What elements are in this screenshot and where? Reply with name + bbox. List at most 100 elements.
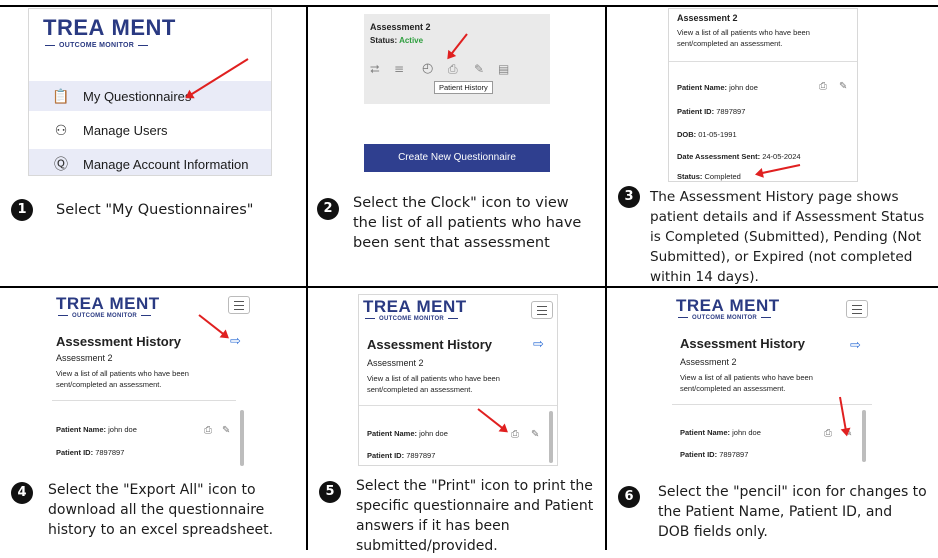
patient-name-label: Patient Name: <box>56 425 107 434</box>
patient-id-label: Patient ID: <box>680 450 718 459</box>
description: View a list of all patients who have bee… <box>680 373 813 393</box>
print-icon[interactable]: ⎙ <box>448 62 458 77</box>
patient-id: 7897897 <box>716 107 746 116</box>
step-text: Select the "Export All" icon to download… <box>48 482 274 538</box>
card-title: Assessment 2 <box>370 22 431 32</box>
description: View a list of all patients who have bee… <box>367 374 500 394</box>
panel3-screenshot: Assessment 2 View a list of all patients… <box>668 8 858 182</box>
logo: TREA MENT <box>363 297 467 316</box>
hamburger-menu-icon[interactable] <box>531 301 553 319</box>
date-sent-label: Date Assessment Sent: <box>677 152 761 161</box>
patient-id-row: Patient ID: 7897897 <box>56 448 124 457</box>
chart-icon[interactable]: ≡ <box>394 62 404 76</box>
pencil-icon[interactable]: ✎ <box>531 429 539 440</box>
patient-id: 7897897 <box>406 451 436 460</box>
patient-name-row: Patient Name: john doe <box>680 428 761 437</box>
pencil-icon[interactable]: ✎ <box>222 425 230 436</box>
patient-name-label: Patient Name: <box>677 83 728 92</box>
patient-name-row: Patient Name: john doe <box>56 425 137 434</box>
menu-my-questionnaires[interactable]: 📋 My Questionnaires <box>29 81 271 111</box>
date-sent: 24-05-2024 <box>762 152 801 161</box>
archive-icon[interactable]: ▤ <box>498 62 509 76</box>
clipboard-icon: 📋 <box>52 87 70 104</box>
logo-subtitle: OUTCOME MONITOR <box>361 316 462 322</box>
patient-name-label: Patient Name: <box>367 429 418 438</box>
step-number: 6 <box>618 486 640 508</box>
divider-1 <box>306 5 308 550</box>
print-icon[interactable]: ⎙ <box>824 428 832 439</box>
step-number: 4 <box>11 482 33 504</box>
panel4-screenshot: TREA MENT OUTCOME MONITOR Assessment His… <box>52 292 256 470</box>
account-icon: Ⓠ <box>54 156 68 172</box>
date-sent-row: Date Assessment Sent: 24-05-2024 <box>677 152 801 161</box>
step-text: Select the "pencil" icon for changes to … <box>658 484 927 540</box>
patient-id-row: Patient ID: 7897897 <box>367 451 435 460</box>
subtitle: Assessment 2 <box>680 357 737 367</box>
share-icon[interactable]: ⮂ <box>370 62 380 77</box>
subtitle: Assessment 2 <box>367 358 424 368</box>
panel1-screenshot: TREA MENT OUTCOME MONITOR 📋 My Questionn… <box>28 8 272 176</box>
dob-row: DOB: 01-05-1991 <box>677 130 737 139</box>
panel5-screenshot: TREA MENT OUTCOME MONITOR Assessment His… <box>358 294 558 466</box>
patient-id-row: Patient ID: 7897897 <box>680 450 748 459</box>
patient-name: john doe <box>729 83 758 92</box>
step-number: 1 <box>11 199 33 221</box>
export-all-icon[interactable]: ⇨ <box>850 338 861 353</box>
scrollbar[interactable] <box>549 411 553 463</box>
divider <box>52 400 236 401</box>
users-icon: ⚇ <box>54 121 68 138</box>
divider <box>359 405 557 406</box>
logo: TREA MENT <box>56 294 160 313</box>
create-questionnaire-button[interactable]: Create New Questionnaire <box>364 144 550 172</box>
menu-label: Manage Users <box>83 122 168 138</box>
print-icon[interactable]: ⎙ <box>511 429 519 440</box>
status-line: Status: Active <box>370 36 423 45</box>
menu-label: My Questionnaires <box>83 88 192 104</box>
panel2-screenshot: Assessment 2 Status: Active ⮂ ≡ ◴ ⎙ ✎ ▤ … <box>358 8 558 182</box>
step-text: The Assessment History page shows patien… <box>650 189 925 285</box>
pencil-icon[interactable]: ✎ <box>474 62 484 76</box>
step-text: Select the Clock" icon to view the list … <box>353 195 582 251</box>
hamburger-menu-icon[interactable] <box>228 296 250 314</box>
page-title: Assessment History <box>367 337 492 352</box>
divider-2 <box>605 5 607 550</box>
step-number: 5 <box>319 481 341 503</box>
step-number: 3 <box>618 186 640 208</box>
patient-id-row: Patient ID: 7897897 <box>677 107 745 116</box>
patient-name: john doe <box>108 425 137 434</box>
step-text: Select "My Questionnaires" <box>56 202 254 218</box>
card-title: Assessment 2 <box>677 13 738 23</box>
status-label: Status: <box>677 172 703 181</box>
status-value: Active <box>399 36 424 45</box>
print-icon[interactable]: ⎙ <box>204 425 212 436</box>
scrollbar[interactable] <box>240 410 244 466</box>
export-all-icon[interactable]: ⇨ <box>533 337 544 352</box>
patient-name-row: Patient Name: john doe <box>367 429 448 438</box>
pencil-icon[interactable]: ✎ <box>839 81 847 92</box>
menu-label: Manage Account Information <box>83 156 249 172</box>
print-icon[interactable]: ⎙ <box>819 81 827 92</box>
top-rule <box>0 5 938 7</box>
clock-icon[interactable]: ◴ <box>422 61 433 76</box>
card-description: View a list of all patients who have bee… <box>677 28 810 48</box>
menu-manage-users[interactable]: ⚇ Manage Users <box>29 115 271 145</box>
subtitle: Assessment 2 <box>56 353 113 363</box>
page-title: Assessment History <box>56 334 181 349</box>
tooltip: Patient History <box>434 81 493 94</box>
scrollbar[interactable] <box>862 410 866 462</box>
description: View a list of all patients who have bee… <box>56 369 189 389</box>
patient-id: 7897897 <box>95 448 125 457</box>
patient-id: 7897897 <box>719 450 749 459</box>
step-text: Select the "Print" icon to print the spe… <box>356 478 594 554</box>
logo-subtitle: OUTCOME MONITOR <box>54 313 155 319</box>
logo: TREA MENT <box>676 296 780 315</box>
export-all-icon[interactable]: ⇨ <box>230 334 241 349</box>
patient-name: john doe <box>732 428 761 437</box>
logo-subtitle: OUTCOME MONITOR <box>41 42 152 49</box>
status-label: Status: <box>370 36 398 45</box>
divider <box>669 61 857 62</box>
step-number: 2 <box>317 198 339 220</box>
hamburger-menu-icon[interactable] <box>846 300 868 318</box>
logo-subtitle: OUTCOME MONITOR <box>674 315 775 321</box>
menu-manage-account[interactable]: Ⓠ Manage Account Information <box>29 149 271 175</box>
